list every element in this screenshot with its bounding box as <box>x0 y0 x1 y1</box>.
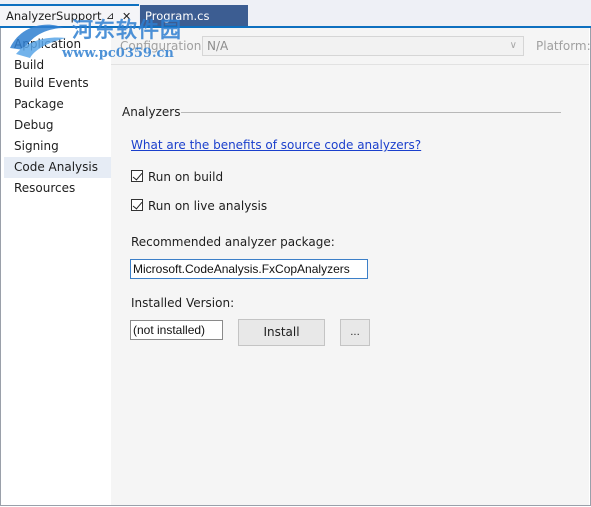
configuration-bar: Configuration: N/A ∨ Platform: <box>111 28 591 65</box>
document-tab-strip: AnalyzerSupport ⊿ ✕ Program.cs <box>0 0 591 28</box>
configuration-label: Configuration: <box>120 39 206 53</box>
section-divider <box>181 112 561 113</box>
nav-item-label: Build <box>14 58 45 72</box>
configuration-value: N/A <box>207 39 229 53</box>
code-analysis-page: Configuration: N/A ∨ Platform: Analyzers… <box>111 28 591 505</box>
analyzer-package-input[interactable] <box>130 259 368 279</box>
nav-item-build-events[interactable]: Build Events <box>4 73 111 94</box>
nav-item-code-analysis[interactable]: Code Analysis <box>4 157 117 178</box>
checkmark-icon <box>132 170 143 181</box>
nav-item-debug[interactable]: Debug <box>4 115 111 136</box>
property-pages-nav: Application Build Build Events Package D… <box>4 28 117 505</box>
nav-item-resources[interactable]: Resources <box>4 178 111 199</box>
tab-analyzer-support[interactable]: AnalyzerSupport ⊿ ✕ <box>0 4 139 27</box>
installed-version-value: (not installed) <box>133 323 206 337</box>
run-on-live-analysis-checkbox[interactable] <box>131 199 143 211</box>
nav-item-label: Application <box>14 37 82 51</box>
nav-item-label: Signing <box>14 139 59 153</box>
pin-icon[interactable]: ⊿ <box>106 6 114 27</box>
configuration-select[interactable]: N/A ∨ <box>202 36 524 56</box>
checkmark-icon <box>132 199 143 210</box>
nav-item-signing[interactable]: Signing <box>4 136 111 157</box>
nav-item-application[interactable]: Application <box>4 34 111 55</box>
tab-program-cs[interactable]: Program.cs <box>140 5 248 27</box>
recommended-package-label: Recommended analyzer package: <box>131 235 335 249</box>
nav-item-label: Build Events <box>14 76 89 90</box>
platform-label: Platform: <box>536 39 591 53</box>
analyzers-section-title: Analyzers <box>122 105 181 119</box>
installed-version-label: Installed Version: <box>131 296 235 310</box>
run-on-build-checkbox[interactable] <box>131 170 143 182</box>
more-options-button[interactable]: ... <box>340 319 370 346</box>
install-button[interactable]: Install <box>238 319 325 346</box>
installed-version-field: (not installed) <box>130 320 223 340</box>
run-on-live-analysis-label: Run on live analysis <box>148 199 268 213</box>
run-on-build-label: Run on build <box>148 170 224 184</box>
nav-item-label: Resources <box>14 181 76 195</box>
nav-item-label: Package <box>14 97 64 111</box>
nav-item-label: Debug <box>14 118 54 132</box>
benefits-link[interactable]: What are the benefits of source code ana… <box>131 138 421 152</box>
nav-item-package[interactable]: Package <box>4 94 111 115</box>
tab-title: AnalyzerSupport <box>6 9 102 23</box>
nav-item-label: Code Analysis <box>14 160 98 174</box>
tab-title: Program.cs <box>145 9 210 23</box>
close-icon[interactable]: ✕ <box>122 6 131 27</box>
chevron-down-icon: ∨ <box>509 40 517 51</box>
